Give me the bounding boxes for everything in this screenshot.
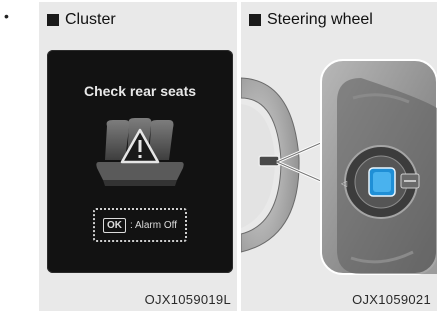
cluster-message: Check rear seats <box>83 83 197 99</box>
square-bullet-icon <box>47 14 59 26</box>
steering-heading-label: Steering wheel <box>267 11 373 28</box>
steering-figure-code: OJX1059021 <box>241 287 437 311</box>
cluster-display: Check rear seats OK : Alarm Off <box>47 50 233 273</box>
ok-key-label: OK <box>102 217 126 233</box>
square-bullet-icon <box>249 14 261 26</box>
svg-text:◁: ◁ <box>341 179 348 188</box>
steering-panel-heading: Steering wheel <box>241 2 437 38</box>
ok-alarm-off-prompt: OK : Alarm Off <box>93 208 187 242</box>
steering-wheel-illustration: ◁ <box>241 59 437 275</box>
list-bullet: • <box>4 8 9 24</box>
cluster-heading-label: Cluster <box>65 11 116 28</box>
alarm-off-label: : Alarm Off <box>129 219 178 231</box>
rear-seat-warning-icon <box>96 118 184 186</box>
cluster-figure-code: OJX1059019L <box>39 287 237 311</box>
cluster-panel-heading: Cluster <box>39 2 237 38</box>
